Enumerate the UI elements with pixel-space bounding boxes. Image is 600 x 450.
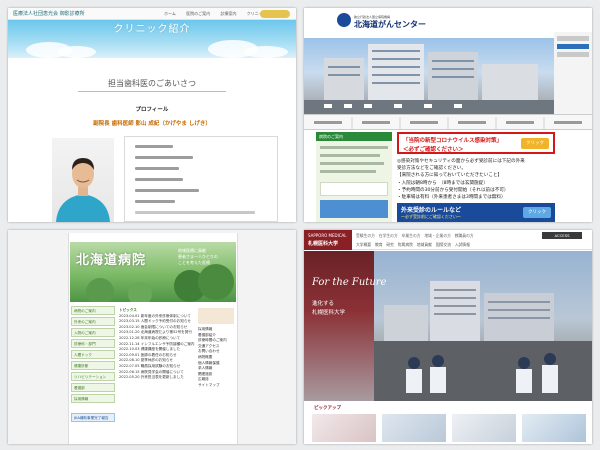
reserve-button[interactable] bbox=[260, 10, 290, 18]
banner-title: 北海道病院 bbox=[76, 253, 147, 268]
left-nav-item[interactable]: 看護部 bbox=[71, 383, 115, 392]
clinic-logo[interactable]: 医療法人社団恵光会 御影診療所 bbox=[13, 10, 85, 17]
body-line: ・入院は朝8時から （8時までは玄関施錠） bbox=[397, 180, 488, 186]
site-header: 医療法人社団恵光会 御影診療所 ホーム 医院のご案内 診療案内 クリニック紹介 bbox=[8, 8, 296, 20]
staff-photo bbox=[198, 308, 234, 324]
pickup-card[interactable] bbox=[522, 414, 586, 442]
left-nav-item[interactable]: 人間ドック bbox=[71, 350, 115, 359]
hero-title: クリニック紹介 bbox=[113, 24, 191, 35]
rules-title: 外来受診のルールなど bbox=[401, 207, 462, 214]
doctor-photo bbox=[52, 138, 114, 222]
right-link[interactable]: サイトマップ bbox=[198, 383, 234, 389]
body-line: 【来院される方に知っておいていただきたいこと】 bbox=[397, 173, 503, 179]
body-line: ◎感染対策やセキュリティの面から必ず受診前には下記の外来 bbox=[397, 159, 525, 164]
divider bbox=[78, 91, 226, 92]
side-utility bbox=[554, 32, 592, 114]
pickup-card[interactable] bbox=[312, 414, 376, 442]
hospital-emblem-icon bbox=[337, 13, 351, 27]
profile-heading: プロフィール bbox=[135, 107, 169, 113]
profile-box bbox=[124, 136, 278, 222]
university-logo[interactable]: SAPPORO MEDICAL 札幌医科大学 bbox=[304, 230, 352, 250]
hero-jp-line2: 札幌医科大学 bbox=[312, 310, 346, 316]
campus-photo bbox=[374, 251, 592, 401]
nav-treatment[interactable]: 診療案内 bbox=[220, 11, 236, 16]
pickup-card[interactable] bbox=[382, 414, 446, 442]
left-nav-item[interactable]: 健康診断 bbox=[71, 361, 115, 370]
pickup-cards bbox=[312, 414, 586, 442]
access-button[interactable]: ACCESS bbox=[542, 232, 582, 239]
left-nav-item[interactable]: 診療科・部門 bbox=[71, 339, 115, 348]
hero-english-title: For the Future bbox=[312, 277, 387, 288]
left-nav-item[interactable]: 外来のご案内 bbox=[71, 317, 115, 326]
rules-click-button[interactable]: クリック bbox=[523, 207, 551, 218]
sidebar-menu: 病院のご案内 bbox=[316, 132, 392, 222]
nav-home[interactable]: ホーム bbox=[164, 11, 176, 16]
main-nav[interactable]: 大学概要 教育 研究 附属病院 地域貢献 国際交流 入試情報 bbox=[356, 242, 470, 248]
left-nav-item[interactable]: リハビリテーション bbox=[71, 372, 115, 381]
notice-click-button[interactable]: クリック bbox=[521, 138, 549, 149]
screenshot-sapporo-medical: SAPPORO MEDICAL 札幌医科大学 受験生の方 在学生の方 卒業生の方… bbox=[304, 230, 592, 444]
outpatient-rules-banner[interactable]: 外来受診のルールなど 〜必ず受診前にご確認ください〜 クリック bbox=[397, 203, 555, 222]
nav-about[interactable]: 医院のご案内 bbox=[186, 11, 210, 16]
pickup-card[interactable] bbox=[452, 414, 516, 442]
covid-notice-banner[interactable]: 「当院の新型コロナウイルス感染対策」 ＜必ずご確認ください＞ クリック bbox=[397, 132, 555, 154]
logo-main-text: 札幌医科大学 bbox=[308, 241, 339, 247]
left-nav-item[interactable]: 入院のご案内 bbox=[71, 328, 115, 337]
topics-list: トピックス 2023.04.01 新年度の外来診療体制について 2023.03.… bbox=[119, 308, 195, 381]
doctor-name: 副院長 歯科医師 影山 成紀（かげやま しげき） bbox=[93, 121, 211, 127]
building-photo bbox=[304, 38, 554, 114]
screenshot-clinic-page: 医療法人社団恵光会 御影診療所 ホーム 医院のご案内 診療案内 クリニック紹介 … bbox=[8, 8, 296, 222]
header-banner: 北海道病院 地域医療に貢献 患者さま一人ひとりの ことを考えた医療 bbox=[70, 242, 236, 302]
notice-title: 「当院の新型コロナウイルス感染対策」 bbox=[403, 138, 503, 144]
logo-small-text: SAPPORO MEDICAL bbox=[308, 233, 347, 238]
body-line: ・駐車場は有料（外来患者さまは3時間までは無料） bbox=[397, 195, 506, 201]
pickup-heading: ピックアップ bbox=[314, 406, 341, 411]
audience-nav[interactable]: 受験生の方 在学生の方 卒業生の方 地域・企業の方 教職員の方 bbox=[356, 233, 474, 239]
banner-line: ことを考えた医療 bbox=[178, 260, 210, 265]
screenshot-cancer-center: 独立行政法人国立病院機構 北海道がんセンター 病院のご案内 「当院の新型コロナウ… bbox=[304, 8, 592, 222]
body-line: 受診方法などをご確認ください。 bbox=[397, 166, 466, 172]
left-nav-item[interactable]: 採用情報 bbox=[71, 394, 115, 403]
news-item[interactable]: 2022.05.20 外来担当表を更新しました bbox=[119, 375, 195, 381]
section-title: 担当歯科医のごあいさつ bbox=[108, 79, 196, 88]
notice-subtitle: ＜必ずご確認ください＞ bbox=[403, 147, 464, 153]
rules-subtitle: 〜必ず受診前にご確認ください〜 bbox=[401, 214, 461, 219]
notice-body: ◎感染対策やセキュリティの面から必ず受診前には下記の外来 受診方法などをご確認く… bbox=[397, 158, 555, 201]
sidebar-header: 病院のご案内 bbox=[316, 132, 392, 141]
site-header: SAPPORO MEDICAL 札幌医科大学 受験生の方 在学生の方 卒業生の方… bbox=[304, 230, 592, 250]
hero-slider: For the Future 進化する 札幌医科大学 bbox=[304, 251, 592, 401]
body-line: ・予約時間の30分前から受付開始（それ以前は不可） bbox=[397, 187, 509, 193]
news-item[interactable]: 2023.03.15 人間ドック予約受付のお知らせ bbox=[119, 319, 195, 325]
screenshot-hokkaido-hospital: 北海道病院 地域医療に貢献 患者さま一人ひとりの ことを考えた医療 病院のご案内… bbox=[8, 230, 296, 444]
right-links: 採用情報 看護部紹介 診療時間のご案内 交通アクセス お問い合わせ 病院概要 個… bbox=[198, 308, 234, 389]
hospital-logo[interactable]: 北海道がんセンター bbox=[354, 19, 426, 30]
left-nav: 病院のご案内 外来のご案内 入院のご案内 診療科・部門 人間ドック 健康診断 リ… bbox=[71, 306, 115, 444]
hero-jp-line1: 進化する bbox=[312, 301, 335, 307]
left-nav-item[interactable]: 病院のご案内 bbox=[71, 306, 115, 315]
jka-report-link[interactable]: JKA補助事業完了報告 bbox=[71, 413, 115, 422]
main-nav bbox=[304, 114, 592, 130]
